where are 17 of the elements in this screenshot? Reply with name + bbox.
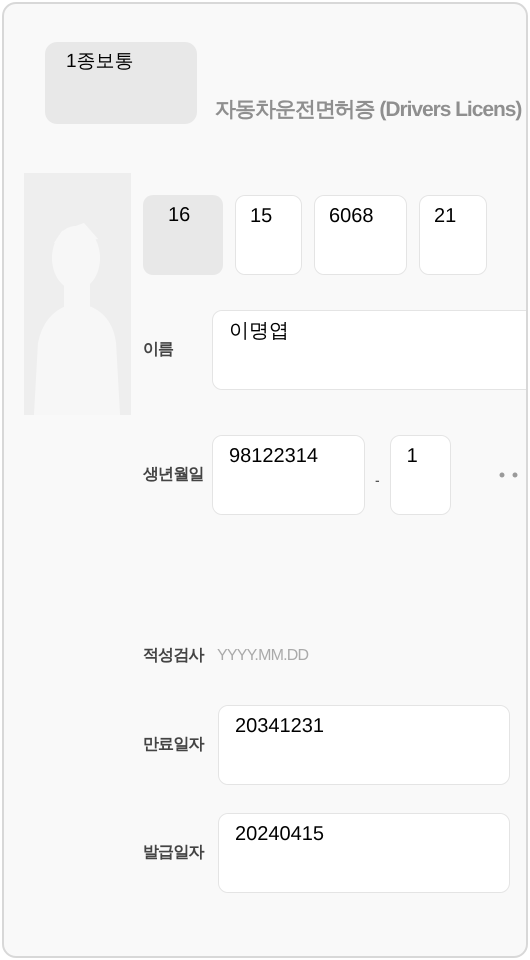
- input-field[interactable]: 이명엽: [212, 310, 526, 390]
- input-field[interactable]: 98122314: [212, 434, 365, 514]
- separator-text: -: [375, 471, 380, 490]
- license-number-field[interactable]: 6068: [314, 194, 407, 274]
- field-label: 이름: [143, 340, 174, 360]
- more-icon: [498, 472, 519, 478]
- license-type-field[interactable]: 1종보통: [45, 42, 197, 124]
- input-field[interactable]: 1: [390, 434, 451, 514]
- field-label: 생년월일: [143, 464, 204, 484]
- field-label: 만료일자: [143, 734, 204, 754]
- card-title: 자동차운전면허증 (Drivers Licens): [215, 98, 522, 121]
- license-number-field[interactable]: 15: [235, 194, 302, 274]
- field-label: 발급일자: [143, 842, 204, 862]
- input-field[interactable]: 20240415: [218, 812, 510, 892]
- input-field[interactable]: 20341231: [218, 704, 510, 784]
- license-number-field[interactable]: 21: [419, 194, 487, 274]
- field-label: 적성검사: [143, 646, 204, 666]
